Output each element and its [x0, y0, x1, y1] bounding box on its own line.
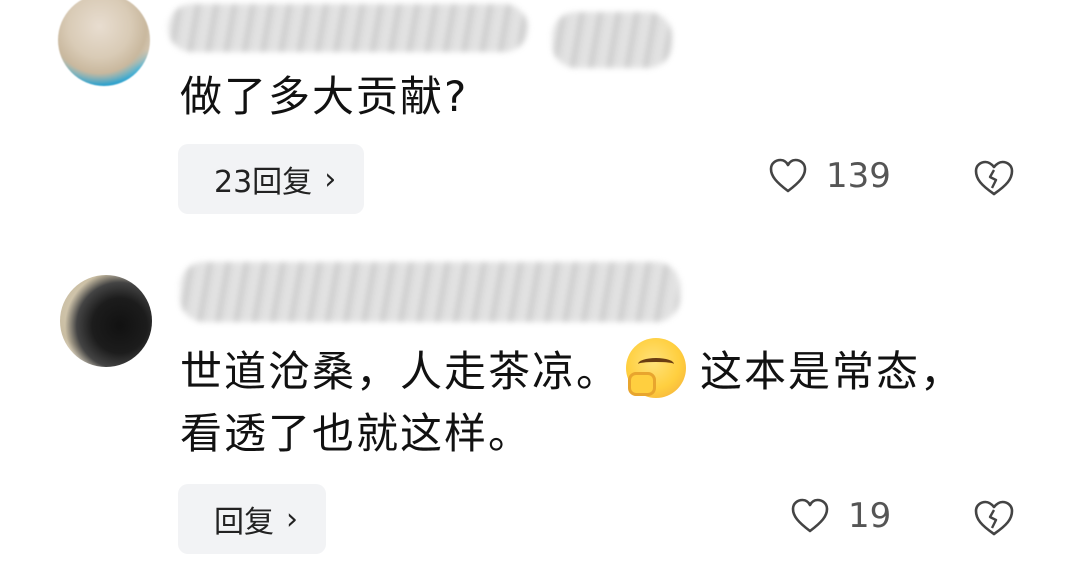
reply-label: 23回复: [214, 165, 313, 200]
comment-text-line: 看透了也就这样。: [180, 409, 533, 458]
broken-heart-icon: [974, 160, 1014, 196]
avatar[interactable]: [58, 0, 150, 86]
comment-text-segment: 世道沧桑，人走茶凉。: [180, 347, 621, 396]
avatar[interactable]: [60, 275, 152, 367]
reply-button[interactable]: 回复 ›: [178, 484, 326, 554]
heart-outline-icon: [791, 498, 829, 533]
comment-text-line: 世道沧桑，人走茶凉。 这本是常态，: [180, 338, 964, 403]
dislike-button[interactable]: [972, 158, 1016, 202]
like-count: 19: [848, 496, 892, 536]
like-count: 139: [826, 156, 891, 196]
dislike-button[interactable]: [972, 498, 1016, 542]
username-redacted[interactable]: [168, 4, 528, 52]
username-redacted[interactable]: [180, 262, 680, 322]
chevron-right-icon: ›: [324, 161, 337, 197]
broken-heart-icon: [974, 500, 1014, 536]
heart-outline-icon: [769, 158, 807, 193]
comment-text: 世道沧桑，人走茶凉。 这本是常态， 看透了也就这样。: [180, 338, 964, 465]
reply-button[interactable]: 23回复 ›: [178, 144, 365, 214]
comment-text-segment: 这本是常态，: [700, 347, 965, 396]
chevron-right-icon: ›: [286, 501, 298, 537]
reply-label: 回复: [214, 505, 274, 540]
like-button[interactable]: 19: [790, 496, 891, 536]
thinking-smirk-emoji-icon: [626, 338, 687, 398]
username-redacted-extra: [552, 12, 672, 68]
like-button[interactable]: 139: [768, 156, 891, 196]
comment-text-line: 做了多大贡献?: [180, 72, 469, 121]
comment-text: 做了多大贡献?: [180, 66, 468, 128]
